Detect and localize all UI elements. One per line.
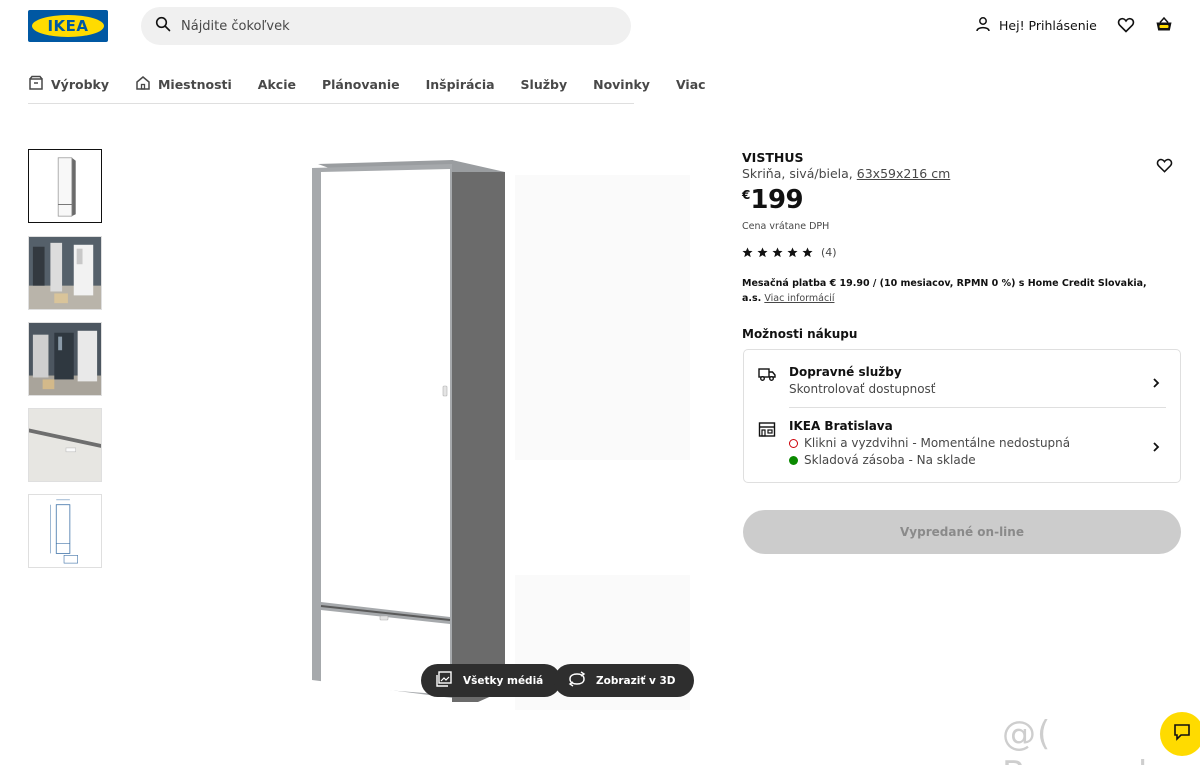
ikea-logo-text: IKEA	[47, 17, 89, 35]
monthly-payment-info: Mesačná platba € 19.90 / (10 mesiacov, R…	[742, 276, 1162, 306]
nav-item-label: Miestnosti	[157, 77, 232, 92]
nav-item-label: Viac	[675, 77, 706, 92]
nav-item-inspiration[interactable]: Inšpirácia	[426, 67, 495, 103]
all-media-button[interactable]: Všetky médiá	[421, 664, 562, 697]
box-icon	[28, 75, 44, 94]
delivery-option-row[interactable]: Dopravné služby Skontrolovať dostupnosť	[744, 350, 1180, 407]
search-placeholder: Nájdite čokoľvek	[181, 18, 290, 34]
star-icon	[787, 247, 798, 258]
login-label: Hej! Prihlásenie	[999, 18, 1097, 33]
stock-text: Skladová zásoba - Na sklade	[804, 453, 976, 467]
click-collect-text: Klikni a vyzdvihni - Momentálne nedostup…	[804, 436, 1071, 450]
thumbnail-room-scene-2[interactable]	[28, 322, 102, 396]
product-name: VISTHUS	[742, 150, 804, 165]
delivery-subtitle: Skontrolovať dostupnosť	[789, 382, 936, 396]
purchase-options-panel: Dopravné služby Skontrolovať dostupnosť …	[743, 349, 1181, 483]
star-icon	[772, 247, 783, 258]
truck-icon	[758, 365, 776, 383]
rating-count: (4)	[821, 246, 837, 259]
search-input[interactable]: Nájdite čokoľvek	[141, 7, 631, 45]
house-icon	[135, 75, 151, 94]
store-title: IKEA Bratislava	[789, 419, 893, 433]
chevron-right-icon	[1150, 374, 1162, 388]
chat-button[interactable]	[1160, 712, 1200, 756]
nav-item-planning[interactable]: Plánovanie	[322, 67, 400, 103]
chevron-right-icon	[1150, 438, 1162, 452]
product-rating[interactable]: (4)	[742, 246, 837, 259]
nav-item-rooms[interactable]: Miestnosti	[135, 67, 232, 103]
product-type: Skriňa, sivá/biela,	[742, 166, 853, 181]
available-status-dot	[789, 456, 798, 465]
main-navigation: Výrobky Miestnosti Akcie Plánovanie Inšp…	[28, 66, 706, 104]
all-media-label: Všetky médiá	[463, 674, 544, 687]
detail-closeup-image	[29, 409, 101, 481]
view-3d-label: Zobraziť v 3D	[596, 674, 676, 687]
user-icon	[975, 16, 991, 35]
gallery-icon	[435, 670, 453, 691]
thumbnail-product-front[interactable]	[28, 149, 102, 223]
click-collect-status: Klikni a vyzdvihni - Momentálne nedostup…	[789, 436, 1070, 450]
product-dimensions-link[interactable]: 63x59x216 cm	[857, 166, 951, 181]
stock-status: Skladová zásoba - Na sklade	[789, 453, 976, 467]
nav-item-label: Inšpirácia	[425, 77, 495, 92]
search-icon	[155, 16, 171, 36]
dimension-drawing-image	[29, 495, 101, 567]
product-favourite-heart-icon[interactable]	[1156, 157, 1173, 174]
star-icon	[742, 247, 753, 258]
nav-item-services[interactable]: Služby	[521, 67, 568, 103]
product-price: € 199	[742, 184, 804, 216]
ikea-logo-oval: IKEA	[32, 15, 104, 37]
store-option-row[interactable]: IKEA Bratislava Klikni a vyzdvihni - Mom…	[744, 408, 1180, 484]
favourites-heart-icon[interactable]	[1117, 16, 1135, 34]
ikea-logo[interactable]: IKEA	[28, 10, 108, 42]
nav-item-label: Akcie	[257, 77, 296, 92]
sold-out-online-button[interactable]: Vypredané on-line	[743, 510, 1181, 554]
vat-note: Cena vrátane DPH	[742, 221, 830, 232]
thumbnail-room-scene-1[interactable]	[28, 236, 102, 310]
main-product-image[interactable]	[300, 150, 690, 715]
price-amount: 199	[750, 185, 804, 215]
nav-item-products[interactable]: Výrobky	[28, 67, 109, 103]
nav-item-label: Novinky	[593, 77, 650, 92]
purchase-options-title: Možnosti nákupu	[742, 327, 858, 341]
nav-item-label: Plánovanie	[321, 77, 400, 92]
price-currency: €	[742, 188, 751, 202]
store-icon	[758, 420, 776, 438]
delivery-title: Dopravné služby	[789, 365, 902, 379]
view-3d-button[interactable]: Zobraziť v 3D	[554, 664, 694, 697]
nav-item-more[interactable]: Viac	[676, 67, 706, 103]
product-description: Skriňa, sivá/biela, 63x59x216 cm	[742, 166, 950, 181]
nav-item-label: Služby	[520, 77, 568, 92]
nav-item-label: Výrobky	[51, 77, 109, 92]
wardrobe-illustration	[312, 160, 690, 710]
login-button[interactable]: Hej! Prihlásenie	[975, 16, 1097, 35]
star-icon	[802, 247, 813, 258]
rotate-3d-icon	[568, 670, 586, 691]
room-scene-image	[29, 237, 101, 309]
star-icon	[757, 247, 768, 258]
unavailable-status-dot	[789, 439, 798, 448]
chat-bubble-icon	[1172, 722, 1192, 746]
nav-item-news[interactable]: Novinky	[593, 67, 650, 103]
nav-item-offers[interactable]: Akcie	[258, 67, 296, 103]
room-scene-image	[29, 323, 101, 395]
wardrobe-thumbnail-image	[29, 150, 101, 222]
thumbnail-dimension-drawing[interactable]	[28, 494, 102, 568]
shopping-basket-icon[interactable]	[1155, 16, 1173, 34]
more-info-link[interactable]: Viac informácií	[764, 293, 834, 304]
thumbnail-detail-closeup[interactable]	[28, 408, 102, 482]
